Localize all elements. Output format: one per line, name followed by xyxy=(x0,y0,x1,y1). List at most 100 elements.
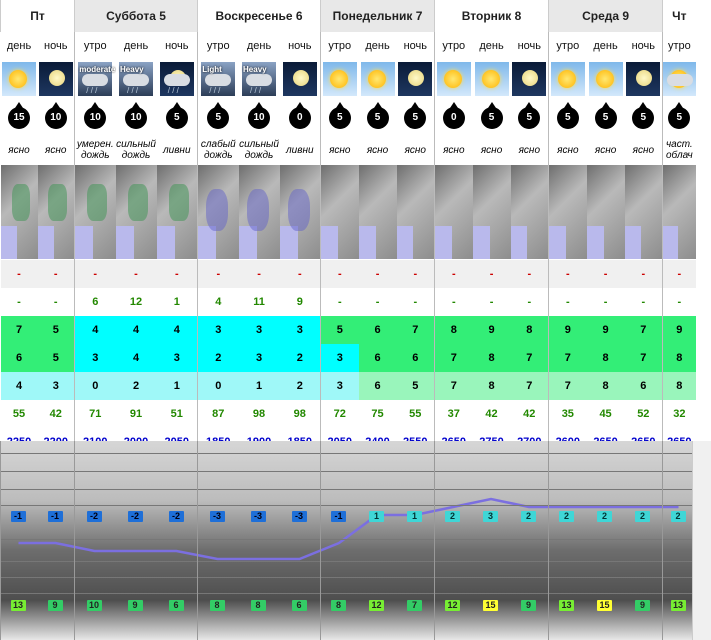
day-header: Среда 9 xyxy=(548,0,663,32)
value-cell: 8 xyxy=(510,316,549,344)
radar-map-image xyxy=(549,165,587,259)
weather-icon-cell xyxy=(320,59,359,99)
period-label: утро xyxy=(197,32,239,59)
moon-night-icon xyxy=(512,62,547,96)
graph-temp-top: 2 xyxy=(635,511,650,522)
wind-cell: 10 xyxy=(116,99,157,136)
value-cell: 11 xyxy=(253,296,265,308)
value-cell: 4 xyxy=(115,316,157,344)
condition-text: част. облач xyxy=(662,136,696,164)
moon-night-icon xyxy=(398,62,433,96)
radar-map xyxy=(74,164,116,260)
radar-map xyxy=(197,164,239,260)
wind-direction-icon: 15 xyxy=(8,101,30,129)
value-cell: 75 xyxy=(371,408,384,420)
graph-temp-top: -3 xyxy=(250,511,266,522)
wind-speed: 5 xyxy=(640,111,647,123)
value-cell: 8 xyxy=(662,344,696,372)
value-cell: 91 xyxy=(129,408,143,420)
condition-text: ливни xyxy=(163,144,191,156)
wind-speed: 0 xyxy=(451,111,457,123)
period-label: ночь xyxy=(403,39,427,52)
period-row: день ночь утро день ночь утро день ночь утро день… xyxy=(1,32,696,59)
value-cell: - xyxy=(641,296,646,308)
value-cell: 4 xyxy=(156,316,198,344)
showers-night-icon: / / / xyxy=(159,62,194,96)
icon-label: Light xyxy=(202,65,222,74)
value-cell: 5 xyxy=(320,316,359,344)
day-header: Воскресенье 6 xyxy=(197,0,321,32)
wind-cell: 5 xyxy=(320,99,359,136)
radar-map xyxy=(472,164,511,260)
wind-direction-icon: 0 xyxy=(442,101,465,129)
wind-direction-icon: 5 xyxy=(632,101,655,129)
value-cell: 51 xyxy=(170,408,183,420)
row-3: 754443335678989979 xyxy=(0,316,696,344)
radar-map xyxy=(115,164,157,260)
value-cell: - xyxy=(115,260,157,288)
value-cell: 0 xyxy=(74,372,116,400)
radar-map xyxy=(434,164,473,260)
wind-cell: 5 xyxy=(625,99,663,136)
sun-day-icon xyxy=(436,62,471,96)
wind-speed: 0 xyxy=(297,111,303,123)
value-cell: 2 xyxy=(279,372,321,400)
condition-text: ясно xyxy=(548,136,587,164)
value-cell: - xyxy=(197,260,239,288)
value-cell: 9 xyxy=(586,316,625,344)
row-6: 55 42 71 91 51 87 98 98 72 75 55 37 42 42 35 45 52 32 xyxy=(1,400,696,428)
period-label: ночь xyxy=(517,39,542,52)
value-cell: 8 xyxy=(662,372,696,400)
value-cell: - xyxy=(238,260,280,288)
value-cell: - xyxy=(37,260,75,288)
icon-label: Heavy xyxy=(120,65,144,74)
radar-map-image xyxy=(396,165,435,259)
radar-map xyxy=(358,164,397,260)
day-header: Суббота 5 xyxy=(74,0,198,32)
graph-temp-bottom: 9 xyxy=(127,600,143,611)
value-cell: 71 xyxy=(74,400,116,428)
scrollbar[interactable] xyxy=(692,441,711,640)
weather-icon-cell xyxy=(280,59,321,99)
graph-temp-top: -3 xyxy=(291,511,307,522)
graph-temp-bottom: 10 xyxy=(86,600,102,611)
grid-line xyxy=(0,561,693,562)
value-cell: 45 xyxy=(599,408,612,420)
day-divider xyxy=(74,441,75,640)
wind-cell: 0 xyxy=(434,99,473,136)
value-cell: 6 xyxy=(0,344,38,372)
weather-icon-cell xyxy=(397,59,435,99)
period-label: день xyxy=(6,39,32,52)
value-cell: 42 xyxy=(523,408,536,420)
value-cell: 7 xyxy=(510,344,549,372)
sun-day-icon xyxy=(2,62,36,96)
sun-day-icon xyxy=(474,62,509,96)
grid-line xyxy=(0,539,693,540)
wind-direction-icon: 0 xyxy=(288,101,311,129)
wind-direction-icon: 5 xyxy=(594,101,617,129)
condition-text: ясно xyxy=(8,144,30,156)
value-cell: 6 xyxy=(74,288,116,316)
value-cell: - xyxy=(548,288,587,316)
graph-temp-bottom: 13 xyxy=(670,600,686,611)
weather-icon-cell xyxy=(38,59,75,99)
value-cell: 0 xyxy=(197,372,239,400)
radar-map-image xyxy=(0,165,38,259)
value-cell: 4 xyxy=(74,316,116,344)
graph-temp-top: 2 xyxy=(670,511,686,522)
value-cell: 3 xyxy=(320,372,359,400)
weather-icon-cell: / / / moderate xyxy=(74,59,116,99)
graph-temp-top: 2 xyxy=(445,511,460,522)
day-header: Понедельник 7 xyxy=(320,0,435,32)
wind-speed: 5 xyxy=(337,111,343,123)
period-label: день xyxy=(479,39,504,52)
value-cell: 55 xyxy=(409,408,422,420)
wind-cell: 5 xyxy=(473,99,511,136)
icon-label: Heavy xyxy=(243,65,267,74)
radar-map xyxy=(662,164,696,260)
period-label: день xyxy=(246,39,272,52)
wind-cell: 5 xyxy=(197,99,239,136)
period-label: утро xyxy=(662,32,696,59)
value-cell: 9 xyxy=(548,316,587,344)
wind-direction-icon: 5 xyxy=(207,101,230,129)
